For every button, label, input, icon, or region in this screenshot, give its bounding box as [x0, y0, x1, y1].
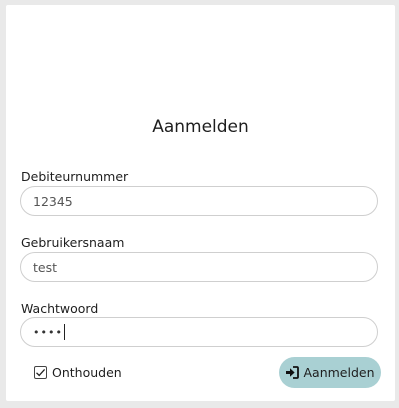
login-button[interactable]: Aanmelden — [279, 357, 381, 388]
password-input[interactable]: •••• — [20, 317, 378, 347]
login-card: Aanmelden Debiteurnummer 12345 Gebruiker… — [6, 5, 395, 401]
debtor-number-label: Debiteurnummer — [21, 169, 129, 184]
username-input[interactable]: test — [20, 252, 378, 282]
remember-checkbox[interactable] — [34, 366, 47, 379]
debtor-number-input[interactable]: 12345 — [20, 186, 378, 216]
checkmark-icon — [36, 368, 46, 377]
password-value: •••• — [33, 325, 63, 339]
debtor-number-value: 12345 — [33, 193, 73, 209]
username-value: test — [33, 259, 58, 275]
password-label: Wachtwoord — [21, 301, 99, 316]
sign-in-icon — [286, 366, 300, 379]
page-title: Aanmelden — [152, 117, 249, 137]
text-caret — [63, 324, 65, 340]
remember-label: Onthouden — [52, 365, 122, 380]
login-button-label: Aanmelden — [303, 365, 375, 380]
username-label: Gebruikersnaam — [21, 235, 125, 250]
remember-me[interactable]: Onthouden — [34, 365, 122, 380]
